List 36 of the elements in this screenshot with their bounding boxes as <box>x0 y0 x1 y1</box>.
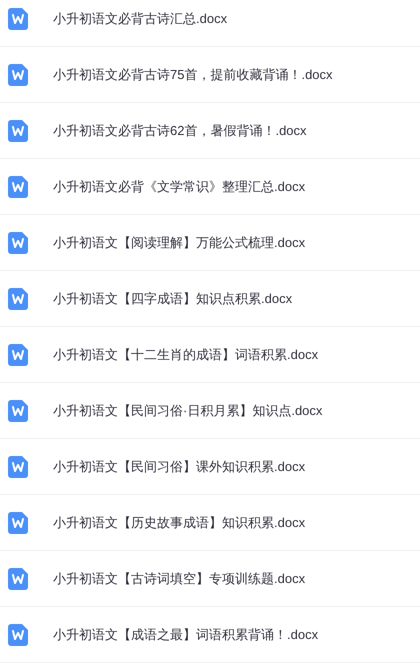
file-name: 小升初语文必背古诗汇总.docx <box>53 10 228 28</box>
file-name: 小升初语文【成语之最】词语积累背诵！.docx <box>53 626 318 644</box>
word-document-icon <box>8 288 28 310</box>
file-row[interactable]: 小升初语文必背古诗62首，暑假背诵！.docx <box>0 103 420 159</box>
file-name: 小升初语文【四字成语】知识点积累.docx <box>53 290 292 308</box>
file-row[interactable]: 小升初语文【古诗词填空】专项训练题.docx <box>0 551 420 607</box>
file-row[interactable]: 小升初语文【民间习俗】课外知识积累.docx <box>0 439 420 495</box>
word-document-icon <box>8 512 28 534</box>
file-name: 小升初语文【民间习俗·日积月累】知识点.docx <box>53 402 322 420</box>
word-document-icon <box>8 176 28 198</box>
file-row[interactable]: 小升初语文【民间习俗·日积月累】知识点.docx <box>0 383 420 439</box>
word-document-icon <box>8 8 28 30</box>
file-name: 小升初语文【历史故事成语】知识积累.docx <box>53 514 306 532</box>
word-document-icon <box>8 64 28 86</box>
file-row[interactable]: 小升初语文必背古诗汇总.docx <box>0 0 420 47</box>
word-document-icon <box>8 624 28 646</box>
word-document-icon <box>8 456 28 478</box>
file-name: 小升初语文【古诗词填空】专项训练题.docx <box>53 570 306 588</box>
word-document-icon <box>8 400 28 422</box>
word-document-icon <box>8 232 28 254</box>
word-document-icon <box>8 568 28 590</box>
file-name: 小升初语文【阅读理解】万能公式梳理.docx <box>53 234 306 252</box>
file-name: 小升初语文【民间习俗】课外知识积累.docx <box>53 458 306 476</box>
file-name: 小升初语文必背《文学常识》整理汇总.docx <box>53 178 306 196</box>
file-name: 小升初语文必背古诗75首，提前收藏背诵！.docx <box>53 66 333 84</box>
word-document-icon <box>8 120 28 142</box>
file-row[interactable]: 小升初语文【阅读理解】万能公式梳理.docx <box>0 215 420 271</box>
file-row[interactable]: 小升初语文必背古诗75首，提前收藏背诵！.docx <box>0 47 420 103</box>
file-name: 小升初语文【十二生肖的成语】词语积累.docx <box>53 346 318 364</box>
word-document-icon <box>8 344 28 366</box>
file-name: 小升初语文必背古诗62首，暑假背诵！.docx <box>53 122 307 140</box>
file-row[interactable]: 小升初语文【十二生肖的成语】词语积累.docx <box>0 327 420 383</box>
file-row[interactable]: 小升初语文【历史故事成语】知识积累.docx <box>0 495 420 551</box>
file-row[interactable]: 小升初语文必背《文学常识》整理汇总.docx <box>0 159 420 215</box>
file-row[interactable]: 小升初语文【成语之最】词语积累背诵！.docx <box>0 607 420 663</box>
file-row[interactable]: 小升初语文【四字成语】知识点积累.docx <box>0 271 420 327</box>
